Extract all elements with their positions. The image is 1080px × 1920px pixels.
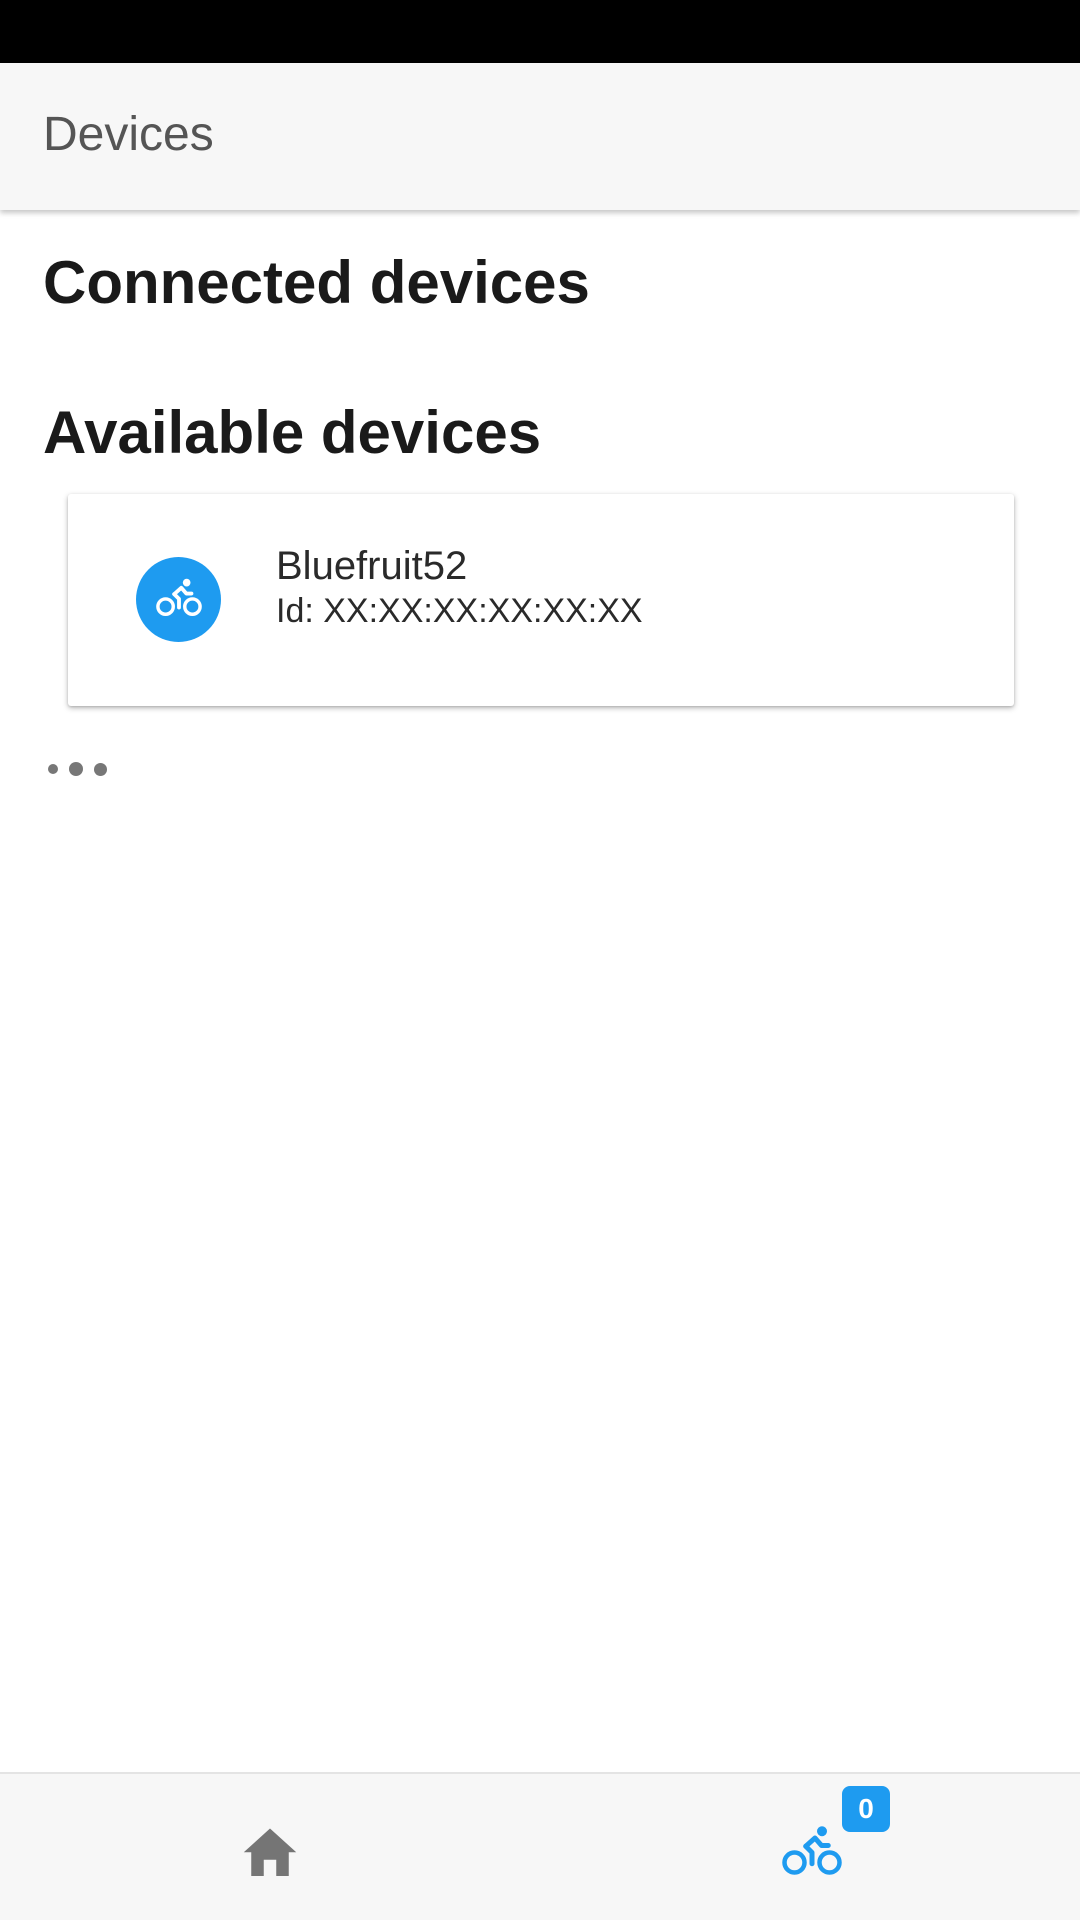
device-name: Bluefruit52 [276, 544, 468, 588]
page-title: Devices [43, 108, 214, 161]
nav-home-button[interactable] [230, 1818, 310, 1888]
device-card[interactable]: Bluefruit52 Id: XX:XX:XX:XX:XX:XX [68, 494, 1014, 706]
connected-devices-heading: Connected devices [43, 249, 590, 316]
available-devices-heading: Available devices [43, 399, 542, 466]
home-icon [240, 1823, 300, 1884]
bottom-navigation: 0 [0, 1772, 1080, 1920]
device-avatar [136, 557, 221, 642]
loading-dot [48, 764, 58, 774]
loading-indicator [48, 762, 107, 776]
bike-icon [780, 1820, 844, 1885]
app-bar: Devices [0, 63, 1080, 210]
device-id: Id: XX:XX:XX:XX:XX:XX [276, 592, 643, 630]
main-content: Connected devices Available devices Blue… [0, 210, 1080, 1772]
devices-count-badge: 0 [842, 1786, 890, 1832]
loading-dot [94, 762, 107, 776]
status-bar [0, 0, 1080, 63]
loading-dot [69, 762, 83, 776]
bike-icon [155, 574, 202, 625]
